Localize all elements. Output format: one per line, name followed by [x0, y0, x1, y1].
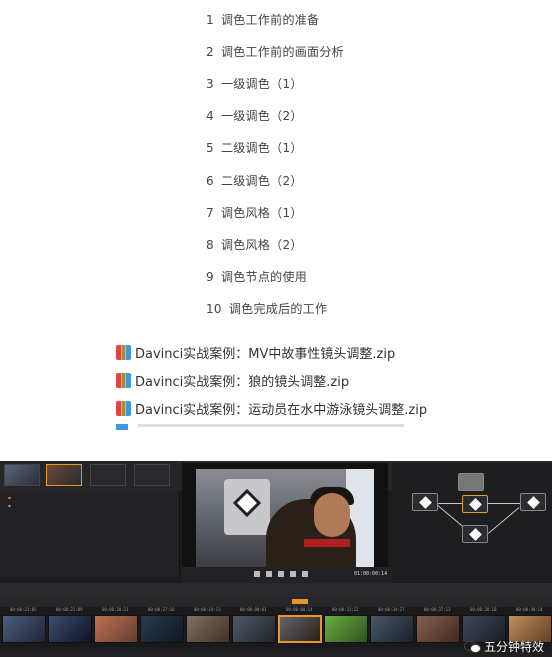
clip-thumbnail-selected[interactable] — [278, 615, 322, 643]
play-button[interactable] — [290, 571, 296, 577]
gallery-still[interactable] — [134, 464, 170, 486]
zip-archive-icon — [116, 344, 131, 360]
node[interactable] — [462, 525, 488, 543]
playhead-marker[interactable] — [292, 599, 308, 604]
viewer-frame — [196, 469, 374, 569]
gallery-label: ▪ — [8, 503, 11, 508]
lesson-item[interactable]: 8 调色风格（2） — [206, 236, 303, 253]
watermark: 五分钟特效 — [463, 637, 544, 655]
lesson-item[interactable]: 10 调色完成后的工作 — [206, 300, 327, 317]
attachment-list: Davinci实战案例：MV中故事性镜头调整.zip Davinci实战案例：狼… — [116, 338, 546, 422]
wechat-icon — [463, 639, 481, 653]
attachment-item[interactable]: Davinci实战案例：运动员在水中游泳镜头调整.zip — [116, 394, 546, 422]
clip-thumbnail[interactable] — [324, 615, 368, 643]
stop-button[interactable] — [278, 571, 284, 577]
clip-thumbnail[interactable] — [48, 615, 92, 643]
node[interactable] — [458, 473, 484, 491]
clip-thumbnail[interactable] — [416, 615, 460, 643]
lesson-item[interactable]: 3 一级调色（1） — [206, 75, 303, 92]
gallery-still[interactable] — [46, 464, 82, 486]
lesson-item[interactable]: 4 一级调色（2） — [206, 107, 303, 124]
node[interactable] — [412, 493, 438, 511]
clip-thumbnail[interactable] — [370, 615, 414, 643]
attachment-item[interactable]: Davinci实战案例：MV中故事性镜头调整.zip — [116, 338, 546, 366]
gallery-still[interactable] — [90, 464, 126, 486]
node-graph[interactable] — [392, 463, 552, 575]
skip-back-button[interactable] — [254, 571, 260, 577]
node[interactable] — [520, 493, 546, 511]
skip-forward-button[interactable] — [302, 571, 308, 577]
resolve-color-page-screenshot: ▪ ▪ 01:00:00:14 00:00:21:05 00:00:22:09 … — [0, 461, 552, 657]
gallery-panel: ▪ ▪ — [0, 491, 180, 577]
lesson-list: 1 调色工作前的准备 2 调色工作前的画面分析 3 一级调色（1） 4 一级调色（2） … — [198, 0, 458, 330]
clip-thumbnail[interactable] — [186, 615, 230, 643]
lesson-item[interactable]: 9 调色节点的使用 — [206, 268, 307, 285]
zip-archive-icon — [116, 372, 131, 388]
attachment-item[interactable]: Davinci实战案例：狼的镜头调整.zip — [116, 366, 546, 394]
lesson-item[interactable]: 6 二级调色（2） — [206, 172, 303, 189]
clip-thumbnail[interactable] — [2, 615, 46, 643]
timeline-track — [0, 597, 552, 607]
zip-archive-icon — [116, 400, 131, 416]
node[interactable] — [462, 495, 488, 513]
clip-thumbnail[interactable] — [140, 615, 184, 643]
lesson-item[interactable]: 7 调色风格（1） — [206, 204, 303, 221]
attachment-item-cropped — [116, 424, 406, 430]
timeline-ruler[interactable] — [0, 583, 552, 597]
play-reverse-button[interactable] — [266, 571, 272, 577]
clip-thumbnail[interactable] — [232, 615, 276, 643]
clip-thumbnail[interactable] — [94, 615, 138, 643]
timecode-display: 01:00:00:14 — [354, 571, 388, 577]
lesson-item[interactable]: 2 调色工作前的画面分析 — [206, 43, 344, 60]
lesson-item[interactable]: 5 二级调色（1） — [206, 139, 303, 156]
gallery-label: ▪ — [8, 495, 11, 500]
lesson-item[interactable]: 1 调色工作前的准备 — [206, 11, 319, 28]
gallery-still[interactable] — [4, 464, 40, 486]
